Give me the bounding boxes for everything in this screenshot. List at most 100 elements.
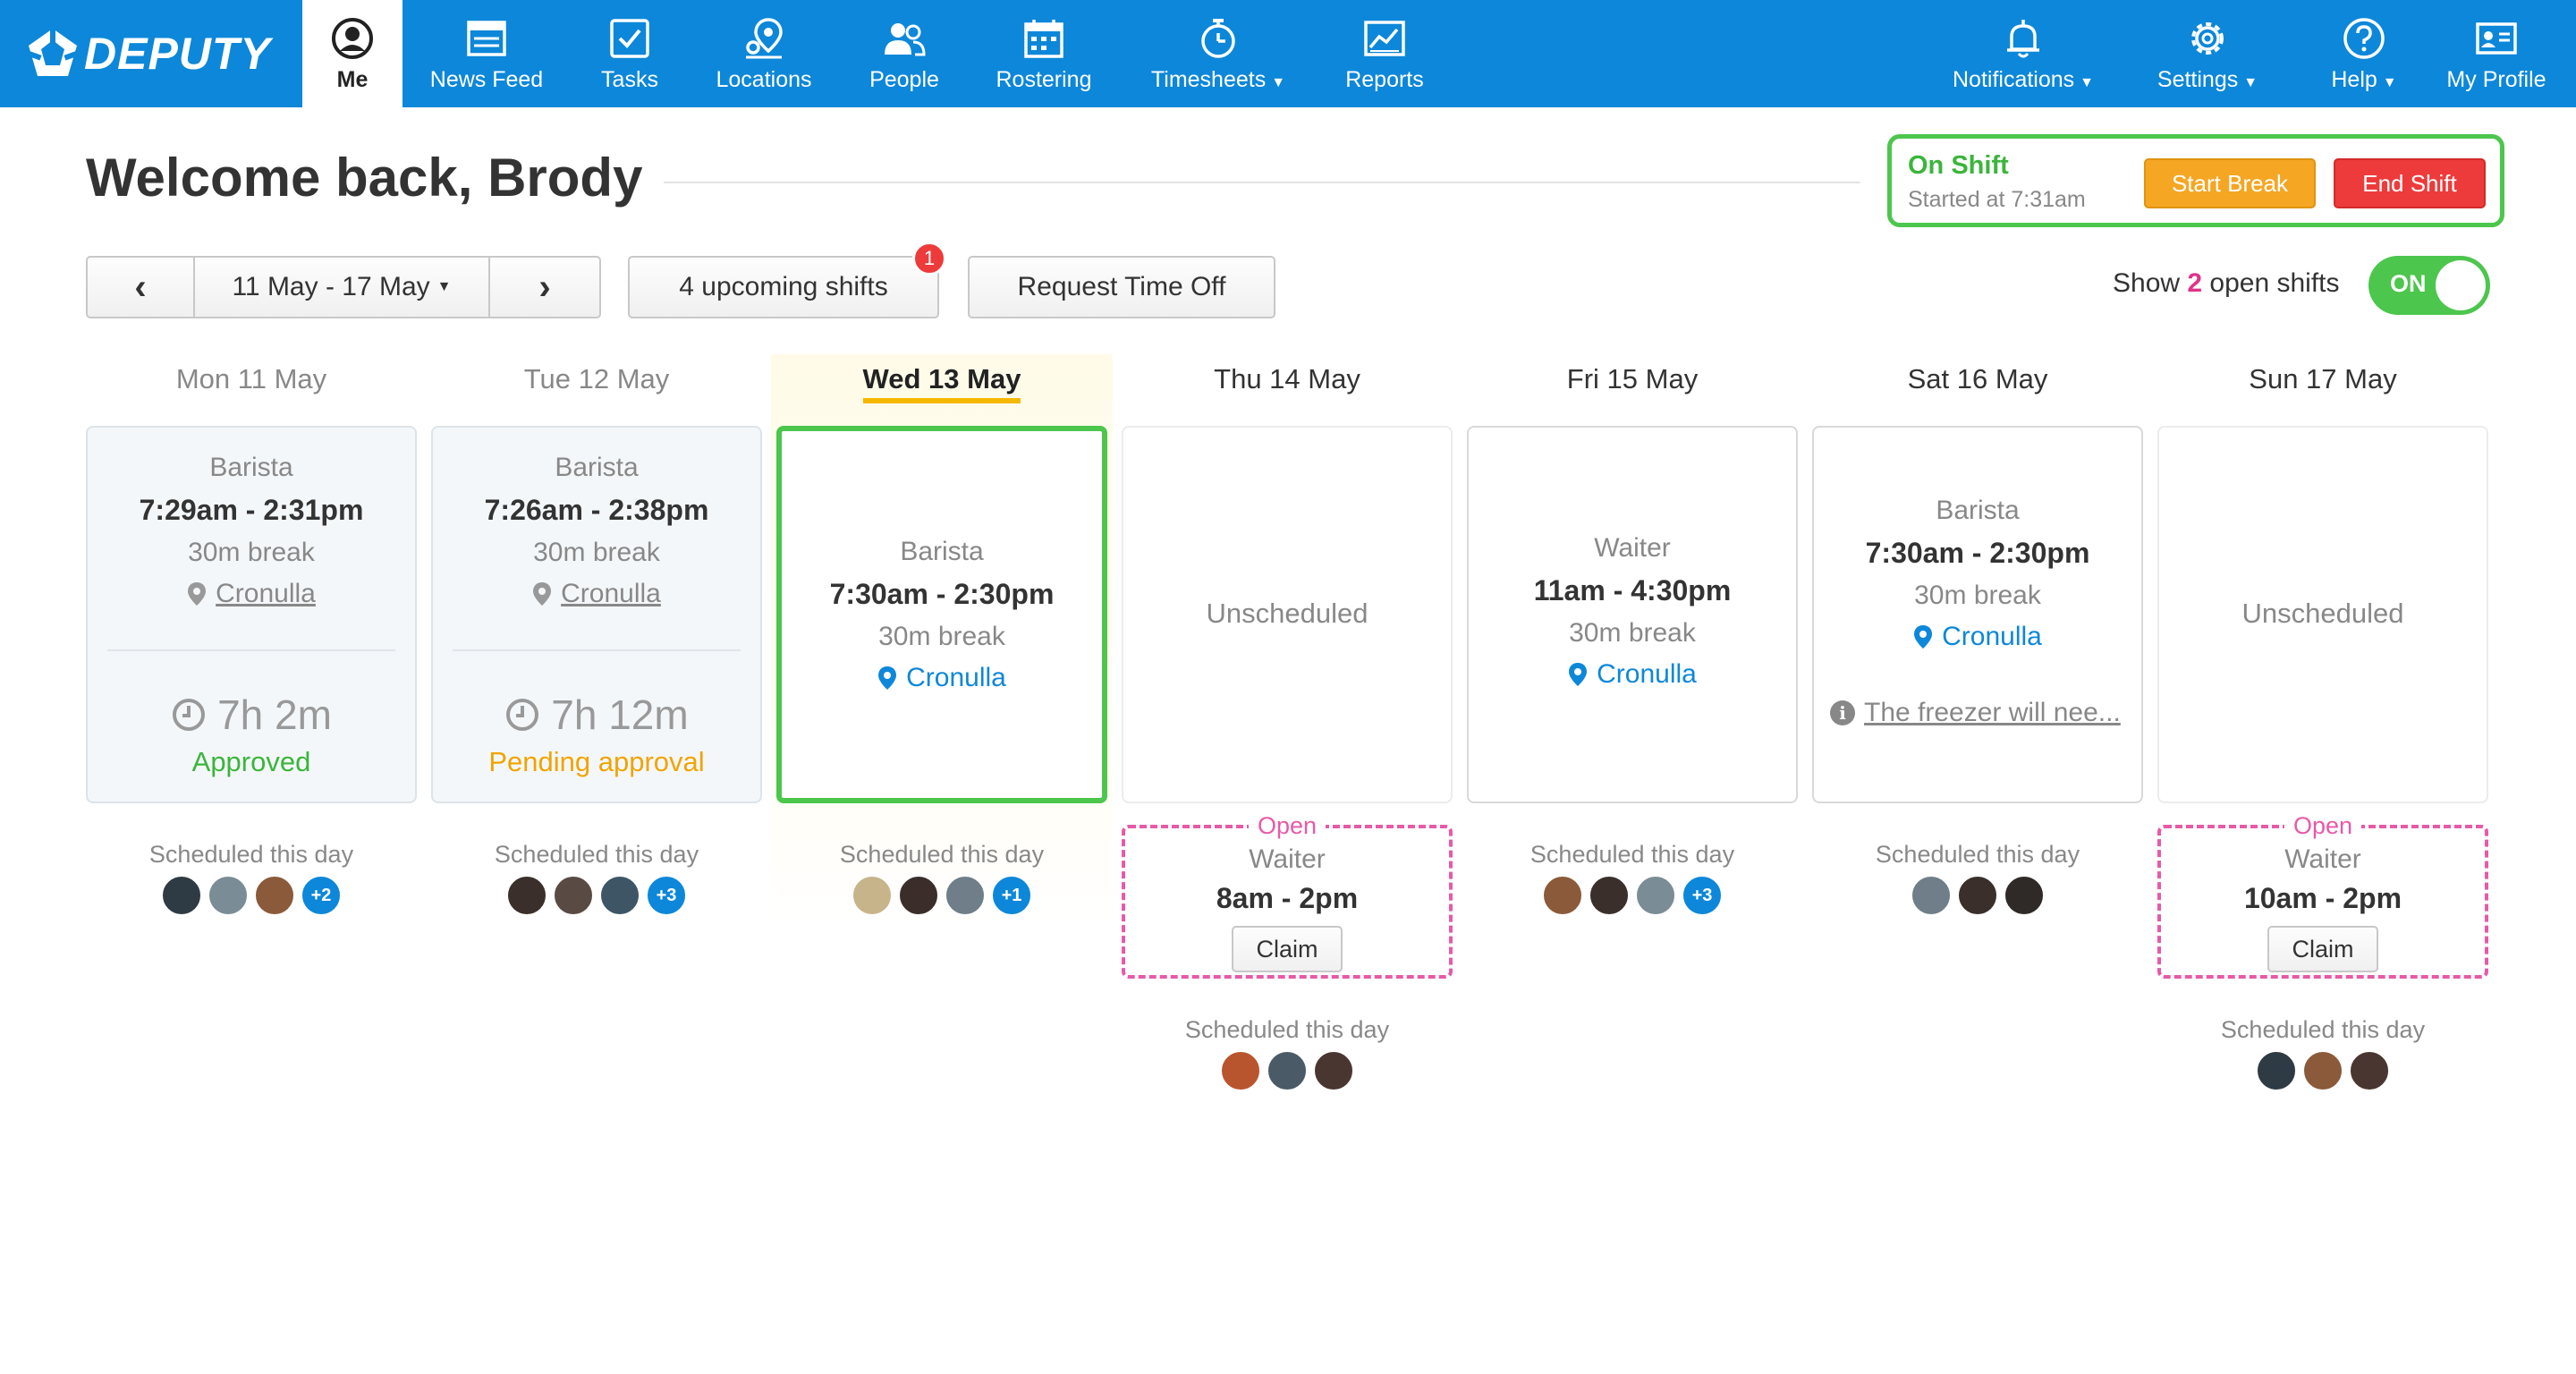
avatar[interactable]	[1267, 1050, 1308, 1091]
avatar[interactable]	[254, 875, 295, 916]
open-shift-time: 8am - 2pm	[1216, 882, 1359, 914]
open-shift-role: Waiter	[1249, 844, 1326, 874]
previous-week-button[interactable]: ‹	[88, 258, 195, 317]
avatar[interactable]	[1220, 1050, 1261, 1091]
claim-button[interactable]: Claim	[2267, 926, 2378, 972]
nav-reports[interactable]: Reports	[1342, 0, 1428, 107]
nav-locations-label: Locations	[716, 67, 812, 92]
scheduled-label-thu: Scheduled this day	[1184, 1016, 1390, 1043]
shift-time: 7:30am - 2:30pm	[829, 578, 1055, 610]
avatar[interactable]	[208, 875, 249, 916]
show-prefix: Show	[2113, 268, 2181, 298]
avatar[interactable]	[553, 875, 594, 916]
id-card-icon	[2476, 22, 2517, 55]
avatar[interactable]	[1957, 875, 1998, 916]
shift-role: Barista	[555, 453, 639, 482]
stopwatch-icon	[1201, 19, 1235, 58]
nav-settings-label: Settings ▼	[2157, 67, 2258, 93]
location-pin-icon	[1569, 663, 1588, 686]
avatar[interactable]	[898, 875, 939, 916]
nav-help-label: Help ▼	[2331, 67, 2396, 93]
shift-location[interactable]: Cronulla	[782, 663, 1102, 693]
chevron-right-icon: ›	[538, 267, 551, 307]
shift-card-fri[interactable]: Waiter 11am - 4:30pm 30m break Cronulla	[1467, 426, 1798, 803]
more-avatars-badge[interactable]: +2	[301, 875, 342, 916]
more-avatars-badge[interactable]: +3	[646, 875, 687, 916]
more-avatars-badge[interactable]: +1	[991, 875, 1032, 916]
nav-my-profile[interactable]: My Profile	[2442, 0, 2551, 107]
newspaper-icon	[467, 21, 506, 56]
caret-down-icon: ▼	[2243, 75, 2258, 90]
avatar[interactable]	[2256, 1050, 2297, 1091]
page-title: Welcome back, Brody	[86, 148, 643, 208]
header-divider	[664, 182, 1860, 183]
nav-timesheets[interactable]: Timesheets ▼	[1145, 0, 1292, 107]
open-shift-role: Waiter	[2284, 844, 2361, 874]
open-shifts-toggle[interactable]: ON	[2368, 256, 2490, 315]
deputy-logo[interactable]: DEPUTY	[25, 23, 271, 84]
scheduled-avatars-thu	[1122, 1050, 1453, 1091]
shift-location[interactable]: Cronulla	[88, 579, 415, 609]
shift-break: 30m break	[1569, 618, 1696, 648]
nav-settings[interactable]: Settings ▼	[2150, 0, 2265, 107]
claim-button[interactable]: Claim	[1232, 926, 1343, 972]
nav-rostering[interactable]: Rostering	[991, 0, 1097, 107]
unscheduled-label: Unscheduled	[1206, 598, 1368, 629]
shift-location[interactable]: Cronulla	[433, 579, 760, 609]
avatar[interactable]	[599, 875, 640, 916]
date-range-dropdown[interactable]: 11 May - 17 May ▼	[195, 258, 490, 317]
nav-me[interactable]: Me	[302, 0, 402, 107]
avatar[interactable]	[1589, 875, 1630, 916]
request-time-off-button[interactable]: Request Time Off	[968, 256, 1275, 318]
avatar[interactable]	[1911, 875, 1952, 916]
scheduled-avatars-wed: +1	[776, 875, 1107, 916]
avatar[interactable]	[2302, 1050, 2343, 1091]
avatar[interactable]	[852, 875, 893, 916]
avatar[interactable]	[945, 875, 986, 916]
nav-people[interactable]: People	[862, 0, 946, 107]
shift-card-sat[interactable]: Barista 7:30am - 2:30pm 30m break Cronul…	[1812, 426, 2143, 803]
open-tag: Open	[1248, 812, 1326, 840]
nav-settings-text: Settings	[2157, 67, 2239, 92]
user-circle-icon	[332, 18, 373, 59]
start-break-button[interactable]: Start Break	[2144, 158, 2316, 208]
day-header-thu: Thu 14 May	[1214, 363, 1360, 394]
nav-locations[interactable]: Locations	[712, 0, 816, 107]
nav-tasks-label: Tasks	[601, 67, 658, 92]
open-tag: Open	[2284, 812, 2362, 840]
more-avatars-badge[interactable]: +3	[1682, 875, 1723, 916]
avatar[interactable]	[2349, 1050, 2390, 1091]
nav-tasks[interactable]: Tasks	[590, 0, 669, 107]
shift-card-thu: Unscheduled	[1122, 426, 1453, 803]
shift-duration: 7h 12m	[433, 691, 760, 739]
people-icon	[885, 23, 926, 56]
day-header-sat: Sat 16 May	[1907, 363, 2048, 394]
nav-notifications-label: Notifications ▼	[1953, 67, 2094, 93]
end-shift-button[interactable]: End Shift	[2334, 158, 2486, 208]
avatar[interactable]	[1313, 1050, 1354, 1091]
deputy-logo-icon	[26, 29, 80, 76]
next-week-button[interactable]: ›	[490, 258, 599, 317]
nav-notifications[interactable]: Notifications ▼	[1945, 0, 2102, 107]
nav-help[interactable]: Help ▼	[2326, 0, 2402, 107]
open-shift-time: 10am - 2pm	[2243, 882, 2402, 914]
timesheet-status: Approved	[191, 746, 311, 777]
shift-location-name: Cronulla	[561, 579, 661, 608]
shift-card-wed[interactable]: Barista 7:30am - 2:30pm 30m break Cronul…	[776, 426, 1107, 803]
avatar[interactable]	[506, 875, 547, 916]
upcoming-shifts-button[interactable]: 4 upcoming shifts 1	[628, 242, 946, 318]
shift-card-mon[interactable]: Barista 7:29am - 2:31pm 30m break Cronul…	[86, 426, 417, 803]
shift-note[interactable]: i The freezer will nee...	[1830, 698, 2136, 728]
avatar[interactable]	[2004, 875, 2045, 916]
shift-time: 7:26am - 2:38pm	[484, 494, 709, 526]
on-shift-panel: On Shift Started at 7:31am Start Break E…	[1887, 134, 2504, 227]
avatar[interactable]	[161, 875, 202, 916]
avatar[interactable]	[1635, 875, 1676, 916]
shift-time: 7:29am - 2:31pm	[139, 494, 364, 526]
avatar[interactable]	[1542, 875, 1583, 916]
shift-location[interactable]: Cronulla	[1469, 659, 1796, 690]
shift-location[interactable]: Cronulla	[1814, 622, 2141, 652]
caret-down-icon: ▼	[2080, 75, 2094, 90]
shift-card-tue[interactable]: Barista 7:26am - 2:38pm 30m break Cronul…	[431, 426, 762, 803]
nav-news-feed[interactable]: News Feed	[428, 0, 546, 107]
